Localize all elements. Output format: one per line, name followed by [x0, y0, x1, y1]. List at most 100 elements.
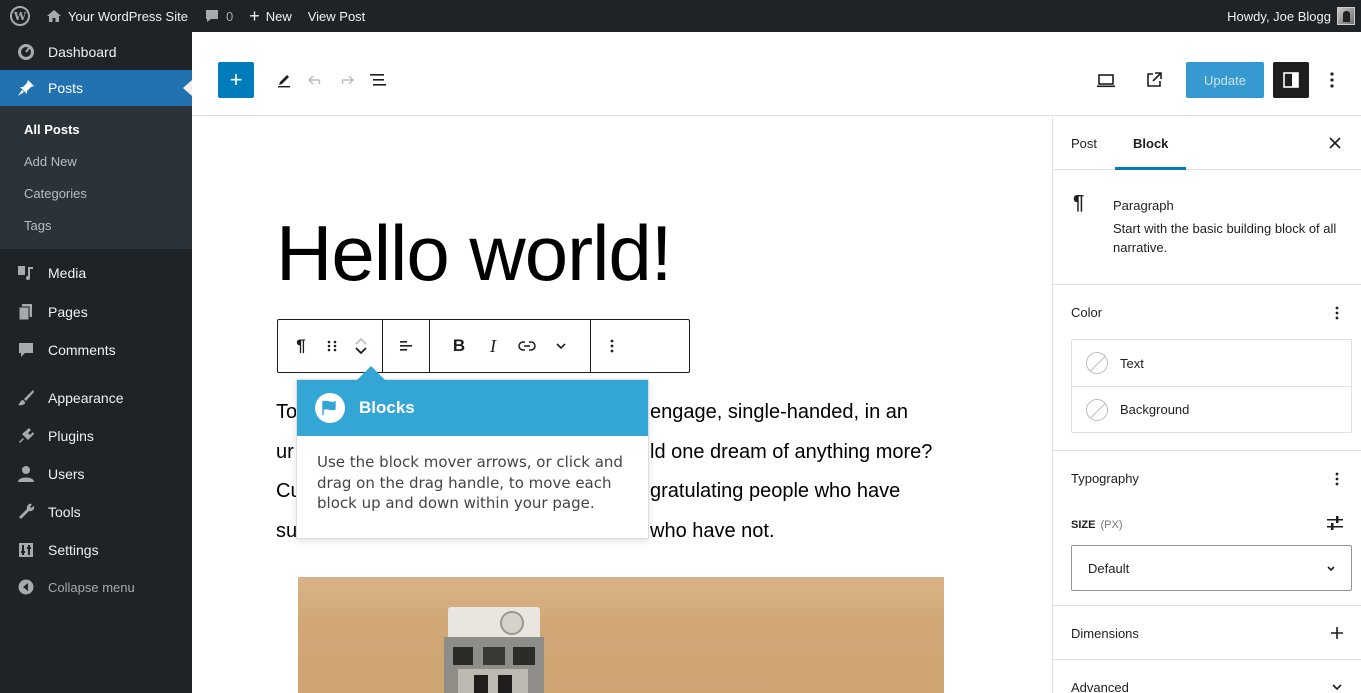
menu-label-posts: Posts — [48, 80, 84, 96]
move-down-icon[interactable] — [354, 346, 368, 356]
menu-item-tools[interactable]: Tools — [0, 493, 192, 531]
greeting: Howdy, Joe Blogg — [1227, 8, 1331, 24]
pushpin-icon — [16, 78, 36, 98]
post-title[interactable]: Hello world! — [276, 207, 672, 301]
admin-bar: W Your WordPress Site 0 + New View Post … — [0, 0, 1361, 32]
submenu-item-all-posts[interactable]: All Posts — [0, 113, 192, 145]
block-card: ¶ Paragraph Start with the basic buildin… — [1053, 170, 1361, 285]
bold-icon: B — [452, 336, 466, 355]
update-button[interactable]: Update — [1186, 62, 1264, 98]
link-icon — [518, 341, 536, 351]
block-mover — [346, 336, 376, 356]
align-button[interactable] — [389, 329, 423, 363]
font-size-label-text: Size — [1071, 519, 1096, 531]
italic-button[interactable]: I — [476, 329, 510, 363]
options-menu-button[interactable] — [1320, 62, 1344, 98]
submenu-item-tags[interactable]: Tags — [0, 209, 192, 241]
color-options-button[interactable] — [1327, 301, 1347, 325]
submenu-item-categories[interactable]: Categories — [0, 177, 192, 209]
advanced-expand-button[interactable] — [1327, 675, 1347, 693]
paragraph-icon: ¶ — [296, 336, 306, 355]
settings-sidebar-toggle[interactable] — [1273, 62, 1309, 98]
menu-separator — [0, 369, 192, 379]
menu-item-plugins[interactable]: Plugins — [0, 417, 192, 455]
posts-submenu: All Posts Add New Categories Tags — [0, 106, 192, 249]
menu-item-media[interactable]: Media — [0, 253, 192, 293]
block-options-button[interactable] — [595, 329, 629, 363]
external-link-icon — [1147, 72, 1162, 87]
editor-header: + Update — [192, 32, 1361, 116]
tab-block[interactable]: Block — [1115, 117, 1186, 170]
users-icon — [16, 464, 36, 484]
bold-button[interactable]: B — [442, 329, 476, 363]
my-account[interactable]: Howdy, Joe Blogg — [1227, 7, 1361, 25]
link-button[interactable] — [510, 329, 544, 363]
font-size-label: Size (px) — [1071, 519, 1123, 531]
block-inserter-button[interactable]: + — [218, 62, 254, 98]
comments-link[interactable]: 0 — [196, 0, 241, 32]
undo-icon — [308, 75, 321, 85]
close-sidebar-button[interactable] — [1325, 133, 1345, 153]
menu-item-settings[interactable]: Settings — [0, 531, 192, 569]
typography-panel: Typography Size (px) Default — [1053, 451, 1361, 606]
drag-handle[interactable] — [318, 329, 346, 363]
tools-button[interactable] — [270, 66, 298, 94]
move-up-icon[interactable] — [354, 336, 368, 346]
options-group — [591, 320, 633, 372]
list-view-icon — [370, 74, 386, 86]
more-formatting-button[interactable] — [544, 329, 578, 363]
color-background-label: Background — [1120, 402, 1190, 417]
formatting-group: B I — [430, 320, 591, 372]
view-post-button[interactable] — [1136, 62, 1172, 98]
settings-sidebar: Post Block ¶ Paragraph Start with the ba… — [1052, 117, 1361, 693]
view-post-link[interactable]: View Post — [300, 0, 374, 32]
color-text-option[interactable]: Text — [1072, 340, 1351, 386]
menu-item-posts[interactable]: Posts — [0, 70, 192, 106]
menu-item-users[interactable]: Users — [0, 455, 192, 493]
menu-item-comments[interactable]: Comments — [0, 331, 192, 369]
preview-button[interactable] — [1088, 62, 1124, 98]
custom-size-toggle[interactable] — [1323, 511, 1347, 535]
sidebar-toggle-icon — [1283, 72, 1299, 88]
media-icon — [16, 263, 36, 283]
collapse-menu-button[interactable]: Collapse menu — [0, 569, 192, 605]
block-toolbar: ¶ B I — [277, 319, 690, 373]
more-vertical-icon — [1330, 72, 1334, 88]
undo-button[interactable] — [302, 66, 330, 94]
sidebar-tabs: Post Block — [1053, 117, 1361, 170]
post-image[interactable] — [298, 577, 944, 693]
dimensions-add-button[interactable] — [1327, 621, 1347, 645]
comments-count: 0 — [225, 8, 234, 24]
settings-icon — [16, 540, 36, 560]
list-view-button[interactable] — [364, 66, 392, 94]
wordpress-logo-button[interactable]: W — [0, 0, 38, 32]
paragraph-icon: ¶ — [1073, 192, 1085, 214]
site-name: Your WordPress Site — [68, 8, 188, 24]
dimensions-panel[interactable]: Dimensions — [1053, 606, 1361, 660]
menu-label-settings: Settings — [48, 542, 99, 558]
paragraph-line-1-right: engage, single-handed, in an — [650, 401, 908, 423]
font-size-unit: (px) — [1100, 519, 1123, 531]
menu-label-users: Users — [48, 466, 85, 482]
block-type-button[interactable]: ¶ — [284, 329, 318, 363]
tab-post[interactable]: Post — [1053, 117, 1115, 170]
new-content-link[interactable]: + New — [241, 0, 300, 32]
submenu-item-add-new[interactable]: Add New — [0, 145, 192, 177]
typography-options-button[interactable] — [1327, 467, 1347, 491]
color-text-label: Text — [1120, 355, 1144, 371]
font-size-select[interactable]: Default — [1071, 545, 1352, 591]
advanced-panel[interactable]: Advanced — [1053, 660, 1361, 693]
menu-item-dashboard[interactable]: Dashboard — [0, 34, 192, 70]
comment-icon — [204, 9, 220, 23]
redo-button[interactable] — [332, 66, 360, 94]
menu-item-pages[interactable]: Pages — [0, 293, 192, 331]
more-vertical-icon — [1335, 306, 1339, 320]
color-background-option[interactable]: Background — [1072, 386, 1351, 432]
dimensions-panel-title: Dimensions — [1071, 625, 1139, 641]
drag-handle-icon — [327, 340, 337, 352]
menu-item-appearance[interactable]: Appearance — [0, 379, 192, 417]
plus-icon: + — [229, 67, 243, 92]
site-name-link[interactable]: Your WordPress Site — [38, 0, 196, 32]
avatar — [1337, 7, 1355, 25]
view-post-label: View Post — [307, 8, 366, 24]
